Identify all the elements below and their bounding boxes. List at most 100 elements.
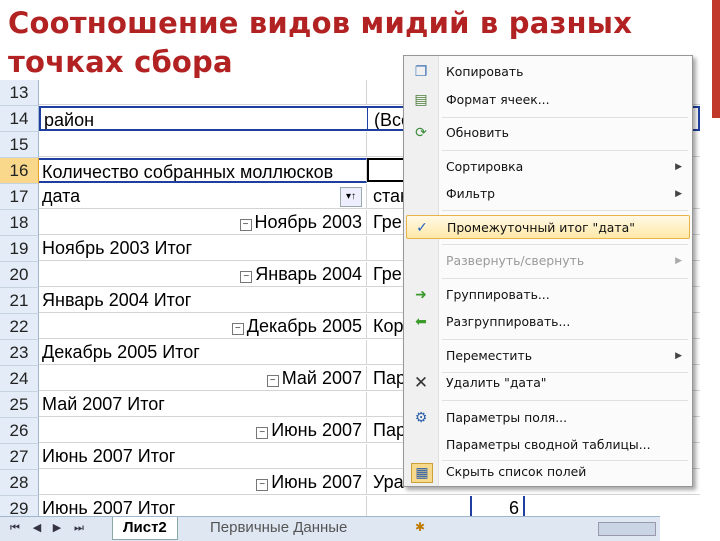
subtotal-cell[interactable]: Январь 2004 Итог	[39, 288, 367, 313]
row-header[interactable]: 23	[0, 340, 39, 366]
row-header[interactable]: 27	[0, 444, 39, 470]
row-header-active[interactable]: 16	[0, 158, 39, 184]
collapse-icon[interactable]: −	[256, 479, 269, 491]
row-header[interactable]: 20	[0, 262, 39, 288]
prev-sheet-icon[interactable]: ◀	[30, 521, 44, 535]
menu-item-delete-date[interactable]: ✕ Удалить "дата"	[406, 371, 690, 395]
format-cells-icon: ▤	[414, 92, 428, 108]
subtotal-cell[interactable]: Декабрь 2005 Итог	[39, 340, 367, 365]
delete-x-icon: ✕	[413, 373, 429, 393]
row-header[interactable]: 15	[0, 132, 39, 158]
row-header[interactable]: 14	[0, 106, 39, 132]
date-group-label: Май 2007	[281, 368, 362, 388]
menu-item-label: Промежуточный итог "дата"	[447, 220, 635, 235]
menu-item-move[interactable]: Переместить ▶	[406, 344, 690, 368]
row-header[interactable]: 28	[0, 470, 39, 496]
field-list-icon: ▦	[411, 463, 433, 483]
collapse-icon[interactable]: −	[240, 271, 253, 283]
menu-item-pivot-options[interactable]: Параметры сводной таблицы...	[406, 433, 690, 457]
sheet-tab-bar: ⏮ ◀ ▶ ⏭ Лист2 Первичные Данные ✱	[0, 516, 660, 541]
menu-item-label: Формат ячеек...	[446, 92, 550, 107]
copy-icon: ❐	[414, 64, 428, 80]
group-arrow-icon: ➜	[415, 287, 427, 303]
date-field-label: дата	[42, 186, 81, 206]
cell-a15[interactable]	[39, 132, 367, 157]
refresh-icon: ⟳	[415, 125, 427, 141]
menu-item-ungroup[interactable]: ⬅ Разгруппировать...	[406, 310, 690, 334]
menu-item-label: Фильтр	[446, 186, 496, 201]
menu-separator	[442, 244, 688, 245]
menu-item-copy[interactable]: ❐ Копировать	[406, 60, 690, 84]
date-group-cell[interactable]: − Июнь 2007	[39, 418, 367, 443]
cell-a13[interactable]	[39, 80, 367, 105]
date-group-label: Июнь 2007	[271, 420, 362, 440]
subtotal-cell[interactable]: Июнь 2007 Итог	[39, 496, 367, 516]
menu-item-sort[interactable]: Сортировка ▶	[406, 155, 690, 179]
date-group-cell[interactable]: − Июнь 2007	[39, 470, 367, 495]
menu-item-label: Разгруппировать...	[446, 314, 571, 329]
collapse-icon[interactable]: −	[239, 219, 252, 231]
submenu-arrow-icon: ▶	[675, 189, 682, 199]
menu-separator	[442, 150, 688, 151]
row-header[interactable]: 22	[0, 314, 39, 340]
row-header[interactable]: 13	[0, 80, 39, 106]
row-header[interactable]: 21	[0, 288, 39, 314]
menu-item-label: Развернуть/свернуть	[446, 253, 585, 268]
values-field-cell[interactable]: Количество собранных моллюсков	[39, 158, 367, 183]
last-sheet-icon[interactable]: ⏭	[72, 521, 86, 535]
horizontal-scrollbar[interactable]	[598, 522, 656, 536]
date-group-cell[interactable]: − Май 2007	[39, 366, 367, 391]
menu-separator	[442, 278, 688, 279]
date-group-cell[interactable]: − Январь 2004	[39, 262, 367, 287]
date-group-label: Декабрь 2005	[246, 316, 362, 336]
subtotal-cell[interactable]: Ноябрь 2003 Итог	[39, 236, 367, 261]
row-header[interactable]: 26	[0, 418, 39, 444]
menu-item-label: Удалить "дата"	[446, 375, 547, 390]
row-header[interactable]: 29	[0, 496, 39, 516]
menu-item-group[interactable]: ➜ Группировать...	[406, 283, 690, 307]
collapse-icon[interactable]: −	[256, 427, 269, 439]
menu-item-label: Обновить	[446, 125, 509, 140]
row-header[interactable]: 25	[0, 392, 39, 418]
date-group-label: Июнь 2007	[271, 472, 362, 492]
insert-sheet-icon[interactable]: ✱	[415, 520, 433, 534]
tab-primary-data[interactable]: Первичные Данные	[200, 517, 357, 539]
subtotal-cell[interactable]: Июнь 2007 Итог	[39, 444, 367, 469]
date-field-header[interactable]: дата ▾↑	[39, 184, 367, 209]
first-sheet-icon[interactable]: ⏮	[8, 521, 22, 535]
selected-cell[interactable]	[367, 158, 407, 182]
menu-separator	[442, 339, 688, 340]
collapse-icon[interactable]: −	[266, 375, 279, 387]
filter-label-cell[interactable]: район	[39, 106, 367, 131]
row-header[interactable]: 17	[0, 184, 39, 210]
row-header[interactable]: 19	[0, 236, 39, 262]
menu-item-field-settings[interactable]: ⚙ Параметры поля...	[406, 406, 690, 430]
menu-item-expand-collapse[interactable]: Развернуть/свернуть ▶	[406, 249, 690, 273]
menu-item-refresh[interactable]: ⟳ Обновить	[406, 121, 690, 145]
menu-item-label: Переместить	[446, 348, 533, 363]
menu-separator	[442, 117, 688, 118]
subtotal-cell[interactable]: Май 2007 Итог	[39, 392, 367, 417]
filter-dropdown-icon[interactable]: ▾↑	[340, 187, 362, 207]
value-cell[interactable]: 6	[470, 496, 525, 516]
menu-item-format-cells[interactable]: ▤ Формат ячеек...	[406, 88, 690, 112]
collapse-icon[interactable]: −	[231, 323, 244, 335]
menu-item-label: Параметры сводной таблицы...	[446, 437, 651, 452]
menu-item-hide-field-list[interactable]: ▦ Скрыть список полей	[406, 460, 690, 484]
row-header[interactable]: 18	[0, 210, 39, 236]
menu-item-filter[interactable]: Фильтр ▶	[406, 182, 690, 206]
context-menu: ❐ Копировать ▤ Формат ячеек... ⟳ Обновит…	[403, 55, 693, 487]
accent-bar	[712, 0, 720, 118]
submenu-arrow-icon: ▶	[675, 256, 682, 266]
row-header[interactable]: 24	[0, 366, 39, 392]
menu-item-label: Скрыть список полей	[446, 464, 587, 479]
date-group-cell[interactable]: − Декабрь 2005	[39, 314, 367, 339]
next-sheet-icon[interactable]: ▶	[50, 521, 64, 535]
submenu-arrow-icon: ▶	[675, 162, 682, 172]
submenu-arrow-icon: ▶	[675, 351, 682, 361]
menu-item-subtotal-date[interactable]: ✓ Промежуточный итог "дата"	[406, 215, 690, 239]
date-group-cell[interactable]: − Ноябрь 2003	[39, 210, 367, 235]
menu-item-label: Группировать...	[446, 287, 550, 302]
menu-separator	[442, 210, 688, 211]
tab-list2[interactable]: Лист2	[112, 517, 178, 540]
